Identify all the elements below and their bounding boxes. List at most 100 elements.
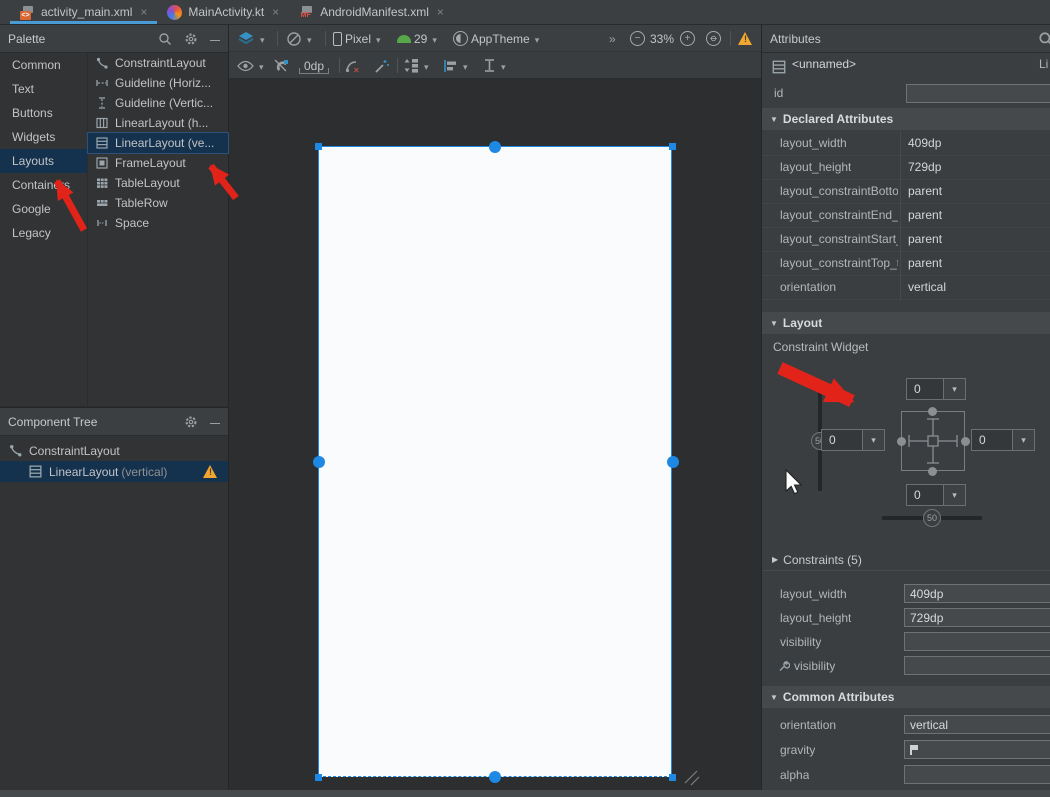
constraint-anchor-top[interactable] [489,141,501,153]
orientation-select[interactable] [286,25,312,52]
attr-value[interactable]: parent [908,227,942,251]
palette-category-layouts[interactable]: Layouts [0,149,87,173]
gear-icon[interactable] [184,32,198,46]
constraints-section-header[interactable]: ▶Constraints (5) [762,549,1050,571]
palette-category-widgets[interactable]: Widgets [0,125,87,149]
palette-item-guideline-vertic[interactable]: Guideline (Vertic... [88,93,228,113]
pack-select[interactable] [404,52,429,79]
layout_height-input[interactable]: 729dp [904,608,1050,627]
palette-category-google[interactable]: Google [0,197,87,221]
common-attributes-section-header[interactable]: ▼Common Attributes [762,686,1050,708]
warnings-button[interactable] [738,25,753,52]
view-options-select[interactable] [237,52,264,79]
id-input[interactable] [906,84,1050,103]
constraint-anchor-left[interactable] [313,456,325,468]
search-icon[interactable] [1038,31,1050,47]
toolbar-overflow-icon[interactable]: » [609,25,616,52]
tree-node-constraintlayout[interactable]: ConstraintLayout [0,440,228,461]
api-select[interactable]: 29 [397,25,437,52]
palette-item-linearlayout-ve[interactable]: LinearLayout (ve... [88,133,228,153]
visibility-input[interactable] [904,632,1050,651]
palette-item-framelayout[interactable]: FrameLayout [88,153,228,173]
widget-anchor-top[interactable] [928,407,937,416]
selection-handle-bottom-left[interactable] [315,774,322,781]
warning-icon[interactable] [203,465,218,478]
gear-icon[interactable] [184,415,198,429]
palette-item-tablerow[interactable]: TableRow [88,193,228,213]
design-mode-select[interactable] [237,25,265,52]
orientation-input[interactable]: vertical [904,715,1050,734]
align-select[interactable] [443,52,468,79]
attr-value[interactable]: parent [908,203,942,227]
search-icon[interactable] [158,32,172,46]
theme-select[interactable]: AppTheme [453,25,539,52]
palette-category-containers[interactable]: Containers [0,173,87,197]
declared-attr-row[interactable]: layout_width409dp [762,131,1050,155]
zoom-to-fit-button[interactable]: ⌀ [706,25,721,52]
layout-section-header[interactable]: ▼Layout [762,312,1050,334]
palette-item-linearlayout-h[interactable]: LinearLayout (h... [88,113,228,133]
align-icon [443,59,458,73]
palette-category-legacy[interactable]: Legacy [0,221,87,245]
clear-constraints-button[interactable]: ✕ [345,52,361,79]
device-select[interactable]: Pixel [333,25,381,52]
horizontal-bias-value[interactable]: 50 [923,509,941,527]
palette-category-text[interactable]: Text [0,77,87,101]
close-icon[interactable] [437,5,444,19]
attr-value[interactable]: vertical [908,275,946,299]
infer-constraints-button[interactable] [373,52,390,79]
margin-bottom-combo[interactable]: 0 [906,484,966,506]
hide-panel-icon[interactable] [210,32,220,46]
attr-value[interactable]: 729dp [908,155,941,179]
declared-attr-row[interactable]: layout_constraintStart_tparent [762,227,1050,251]
editor-tab-activity_main-xml[interactable]: activity_main.xml [10,0,157,24]
guidelines-select[interactable] [483,52,506,79]
layout_width-input[interactable]: 409dp [904,584,1050,603]
selection-handle-top-left[interactable] [315,143,322,150]
palette-item-constraintlayout[interactable]: ConstraintLayout [88,53,228,73]
zoom-out-button[interactable]: − [630,25,645,52]
margin-right-combo[interactable]: 0 [971,429,1035,451]
gravity-input[interactable] [904,740,1050,759]
default-margin-select[interactable]: 0dp [299,52,329,79]
declared-attributes-section-header[interactable]: ▼Declared Attributes [762,108,1050,130]
attr-value[interactable]: 409dp [908,131,941,155]
zoom-in-button[interactable]: + [680,25,695,52]
margin-left-combo[interactable]: 0 [821,429,885,451]
declared-attr-row[interactable]: layout_constraintBottoparent [762,179,1050,203]
declared-attr-row[interactable]: layout_constraintEnd_tparent [762,203,1050,227]
hide-panel-icon[interactable] [210,415,220,429]
declared-attr-row[interactable]: orientationvertical [762,275,1050,299]
component-tree-panel: Component Tree ConstraintLayoutLinearLay… [0,407,229,790]
constraint-anchor-right[interactable] [667,456,679,468]
palette-item-space[interactable]: Space [88,213,228,233]
margin-top-combo[interactable]: 0 [906,378,966,400]
widget-anchor-bottom[interactable] [928,467,937,476]
attr-value[interactable]: parent [908,251,942,275]
close-icon[interactable] [140,5,147,19]
editor-tab-androidmanifest-xml[interactable]: AndroidManifest.xml [289,0,454,24]
close-icon[interactable] [272,5,279,19]
tree-node-linearlayout[interactable]: LinearLayout(vertical) [0,461,228,482]
device-screen-canvas[interactable] [318,146,672,777]
widget-anchor-right[interactable] [961,437,970,446]
palette-category-common[interactable]: Common [0,53,87,77]
alpha-input[interactable] [904,765,1050,784]
editor-tab-mainactivity-kt[interactable]: MainActivity.kt [157,0,289,24]
palette-category-buttons[interactable]: Buttons [0,101,87,125]
constraint-widget-box[interactable] [901,411,965,471]
declared-attr-row[interactable]: layout_height729dp [762,155,1050,179]
selection-handle-top-right[interactable] [669,143,676,150]
canvas-resize-handle[interactable] [681,767,705,791]
attr-value[interactable]: parent [908,179,942,203]
selection-handle-bottom-right[interactable] [669,774,676,781]
declared-attr-row[interactable]: layout_constraintTop_tparent [762,251,1050,275]
flag-icon[interactable] [910,745,918,755]
layers-icon [237,31,255,47]
visibility-input[interactable] [904,656,1050,675]
constraint-anchor-bottom[interactable] [489,771,501,783]
palette-item-tablelayout[interactable]: TableLayout [88,173,228,193]
autoconnect-toggle[interactable] [273,52,289,79]
palette-item-guideline-horiz[interactable]: Guideline (Horiz... [88,73,228,93]
widget-anchor-left[interactable] [897,437,906,446]
